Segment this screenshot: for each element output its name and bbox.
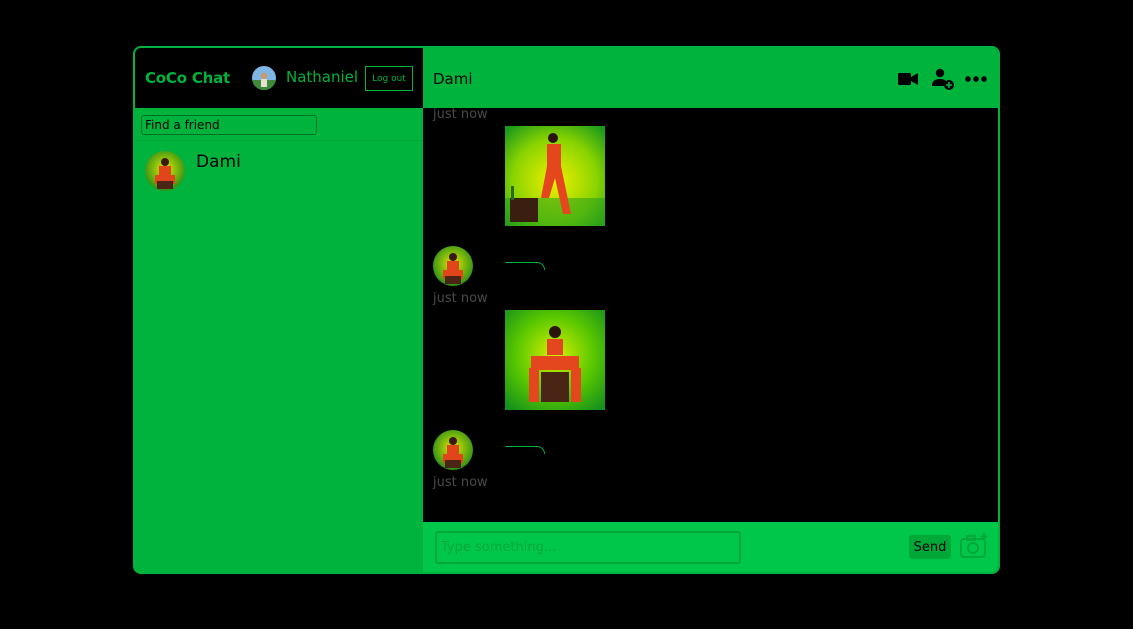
- message-bubble: [505, 262, 545, 270]
- app-logo: CoCo Chat: [145, 69, 231, 87]
- message-image[interactable]: [505, 126, 605, 226]
- sidebar: CoCo Chat Nathaniel Log out Find a frien…: [135, 48, 423, 572]
- user-avatar: [252, 66, 276, 90]
- chat-app: CoCo Chat Nathaniel Log out Find a frien…: [133, 46, 1000, 574]
- sender-avatar: [433, 430, 473, 470]
- messages-list: just now just now just now: [423, 108, 998, 522]
- message-time: just now: [433, 291, 488, 306]
- send-button[interactable]: Send: [909, 535, 951, 559]
- chat-panel: Dami just now just now just now Type som…: [423, 48, 998, 572]
- more-options-icon[interactable]: [965, 66, 987, 92]
- chat-title: Dami: [433, 70, 473, 88]
- current-user-name: Nathaniel: [286, 68, 359, 86]
- message-bubble: [505, 446, 545, 454]
- sender-avatar: [433, 246, 473, 286]
- logout-button[interactable]: Log out: [365, 66, 413, 91]
- friend-name: Dami: [196, 152, 241, 172]
- find-friend-input[interactable]: [141, 115, 317, 135]
- add-image-icon[interactable]: [959, 532, 989, 560]
- search-bar: [135, 108, 423, 141]
- message-image[interactable]: [505, 310, 605, 410]
- message-input-bar: Send: [423, 522, 998, 572]
- message-time: just now: [433, 108, 488, 122]
- video-camera-icon[interactable]: [897, 66, 919, 92]
- sidebar-navbar: CoCo Chat Nathaniel Log out: [135, 48, 423, 108]
- message-input[interactable]: [435, 531, 741, 564]
- add-user-icon[interactable]: [931, 66, 955, 92]
- friend-avatar: [145, 151, 185, 191]
- message-time: just now: [433, 475, 488, 490]
- chat-list-item[interactable]: Dami: [135, 146, 423, 196]
- chat-header: Dami: [423, 48, 998, 108]
